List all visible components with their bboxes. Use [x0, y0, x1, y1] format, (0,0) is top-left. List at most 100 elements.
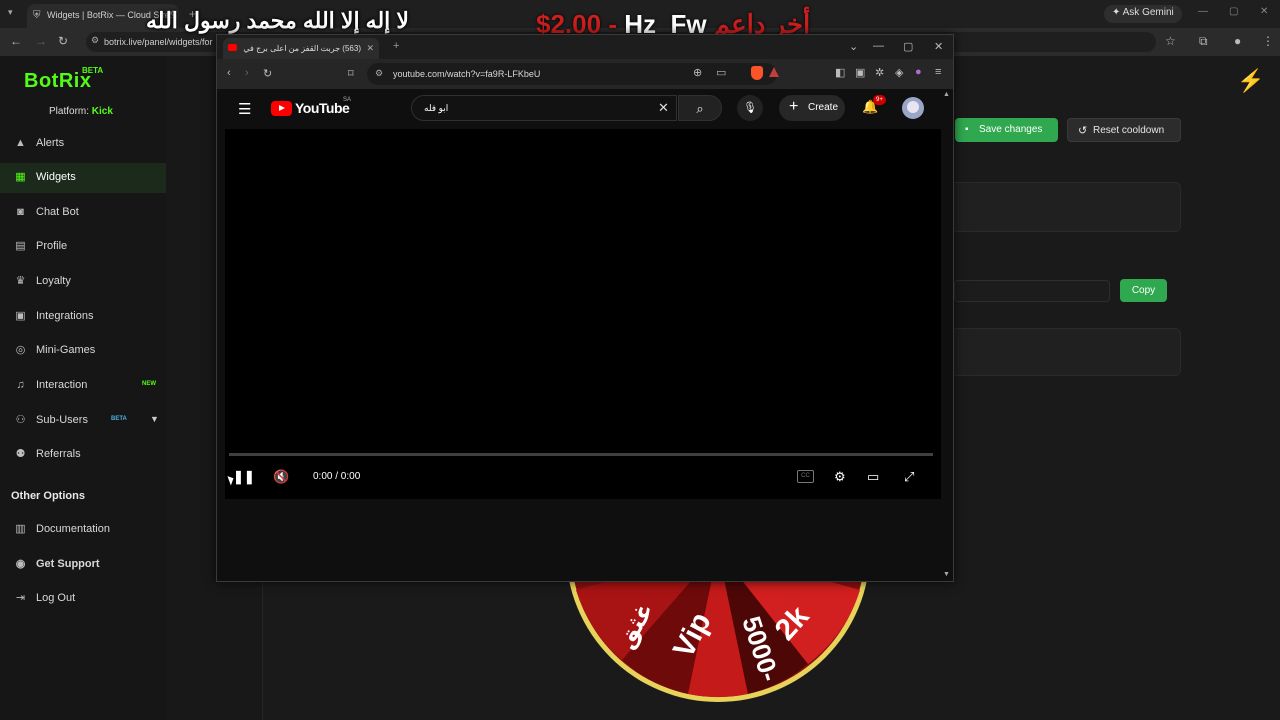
- sidebar-item-widgets[interactable]: ▦ Widgets: [0, 163, 166, 193]
- sidebar-item-sub-users[interactable]: ⚇ Sub-Users: [0, 406, 166, 436]
- sidebar-item-label: Log Out: [36, 592, 76, 604]
- tab-list-icon[interactable]: ⌄: [849, 40, 858, 53]
- sidebar-item-log-out[interactable]: ⇥ Log Out: [0, 584, 166, 614]
- sidebar-item-chat-bot[interactable]: ◙ Chat Bot: [0, 198, 166, 228]
- fullscreen-icon[interactable]: ⤢: [904, 469, 914, 485]
- leo-ai-icon[interactable]: ●: [915, 66, 922, 78]
- stream-overlay-text: لا إله إلا الله محمد رسول الله: [146, 8, 409, 33]
- support-icon: ◉: [15, 558, 26, 570]
- extensions-icon[interactable]: ✲: [875, 66, 884, 79]
- youtube-logo-icon[interactable]: [271, 101, 292, 116]
- sidebar-item-get-support[interactable]: ◉ Get Support: [0, 550, 166, 580]
- scroll-up-arrow-icon[interactable]: ▲: [943, 91, 950, 98]
- logo-beta-badge: BETA: [82, 66, 104, 75]
- create-button[interactable]: + Create: [779, 95, 845, 121]
- site-info-icon[interactable]: ⚙: [375, 68, 383, 79]
- widgets-icon: ▦: [15, 171, 26, 183]
- kick-brand-icon[interactable]: ⚡: [1237, 68, 1264, 94]
- muted-volume-icon[interactable]: 🔇: [273, 469, 289, 485]
- logout-icon: ⇥: [15, 592, 26, 604]
- site-info-icon[interactable]: ⚙: [91, 35, 99, 46]
- maximize-icon[interactable]: ▢: [903, 40, 913, 53]
- back-icon[interactable]: ‹: [227, 67, 231, 79]
- reload-icon[interactable]: ↻: [263, 67, 272, 80]
- extensions-icon[interactable]: ⧉: [1199, 34, 1208, 49]
- forward-icon[interactable]: →: [35, 34, 47, 48]
- sidebar-item-documentation[interactable]: ▥ Documentation: [0, 515, 166, 545]
- clear-search-icon[interactable]: ✕: [658, 100, 669, 116]
- video-time-display: 0:00 / 0:00: [313, 471, 361, 482]
- settings-card: [944, 182, 1181, 232]
- minimize-icon[interactable]: —: [1198, 6, 1208, 17]
- sidebar-icon[interactable]: ◧: [835, 66, 845, 79]
- platform-label: Platform:: [49, 106, 90, 117]
- widget-url-field[interactable]: [954, 280, 1110, 302]
- video-player[interactable]: [225, 129, 941, 499]
- theater-mode-icon[interactable]: ▭: [867, 469, 879, 485]
- sidebar-item-label: Mini-Games: [36, 344, 96, 356]
- save-changes-button[interactable]: ▪ Save changes: [955, 118, 1058, 142]
- document-icon: ▥: [15, 523, 26, 535]
- other-options-heading: Other Options: [11, 490, 85, 502]
- video-progress-bar[interactable]: [229, 453, 933, 456]
- scroll-down-arrow-icon[interactable]: ▼: [943, 571, 950, 578]
- youtube-search-input[interactable]: ابو فله: [411, 95, 677, 121]
- captions-icon[interactable]: CC: [797, 470, 814, 483]
- back-icon[interactable]: ←: [10, 34, 22, 48]
- trophy-icon: ♛: [15, 275, 26, 287]
- brave-rewards-icon[interactable]: [769, 67, 779, 77]
- youtube-popup-window[interactable]: (563) جربت القفز من اعلى برج في ✕ + ⌄ — …: [216, 34, 954, 582]
- close-window-icon[interactable]: ✕: [934, 40, 943, 53]
- popup-tab-youtube[interactable]: (563) جربت القفز من اعلى برج في ✕: [223, 38, 379, 59]
- brave-shields-icon[interactable]: [751, 66, 763, 80]
- pause-icon[interactable]: ❚❚: [233, 469, 255, 485]
- sidebar-item-label: Loyalty: [36, 275, 71, 287]
- close-tab-icon[interactable]: ✕: [366, 43, 374, 54]
- sidebar-item-label: Chat Bot: [36, 206, 79, 218]
- search-icon: ⌕: [696, 101, 704, 116]
- sidebar-item-label: Alerts: [36, 137, 65, 149]
- browser-menu-icon[interactable]: ≡: [935, 66, 941, 78]
- account-avatar[interactable]: [902, 97, 924, 119]
- search-button[interactable]: ⌕: [678, 95, 722, 121]
- close-window-icon[interactable]: ✕: [1260, 6, 1268, 17]
- settings-gear-icon[interactable]: ⚙: [834, 469, 846, 485]
- sidebar-item-referrals[interactable]: ⚉ Referrals: [0, 440, 166, 470]
- sidebar-item-alerts[interactable]: ▲ Alerts: [0, 129, 166, 159]
- sidebar-item-label: Interaction: [36, 379, 88, 391]
- bookmark-star-icon[interactable]: ☆: [1165, 34, 1176, 48]
- integrations-icon: ▣: [15, 310, 26, 322]
- profile-avatar-icon[interactable]: ●: [1234, 34, 1241, 48]
- forward-icon[interactable]: ›: [245, 67, 249, 79]
- vpn-icon[interactable]: ◈: [895, 66, 903, 79]
- platform-value: Kick: [91, 106, 113, 117]
- sidebar-item-label: Integrations: [36, 310, 94, 322]
- bookmark-icon[interactable]: ⌑: [348, 67, 354, 80]
- warning-icon: ▲: [15, 137, 26, 149]
- youtube-region-code: SA: [343, 97, 352, 103]
- chevron-down-icon[interactable]: ▼: [150, 414, 159, 424]
- users-icon: ⚇: [15, 414, 26, 426]
- sidebar-item-mini-games[interactable]: ◎ Mini-Games: [0, 336, 166, 366]
- zoom-icon[interactable]: ⊕: [693, 66, 702, 79]
- sidebar-item-label: Profile: [36, 240, 68, 252]
- hamburger-menu-icon[interactable]: ☰: [238, 100, 251, 118]
- youtube-favicon-icon: [228, 44, 237, 51]
- ask-gemini-button[interactable]: ✦ Ask Gemini: [1104, 5, 1182, 23]
- maximize-icon[interactable]: ▢: [1229, 6, 1238, 17]
- botrix-favicon-icon: ⛨: [33, 10, 41, 21]
- voice-search-button[interactable]: 🎙: [737, 95, 763, 121]
- tab-search-icon[interactable]: ▾: [8, 7, 13, 18]
- cast-icon[interactable]: ▭: [716, 66, 726, 79]
- sidebar-item-profile[interactable]: ▤ Profile: [0, 232, 166, 262]
- wallet-icon[interactable]: ▣: [855, 66, 865, 79]
- minimize-icon[interactable]: —: [873, 40, 884, 52]
- youtube-logo-text[interactable]: YouTube: [295, 100, 350, 116]
- sidebar-item-loyalty[interactable]: ♛ Loyalty: [0, 267, 166, 297]
- copy-button[interactable]: Copy: [1120, 279, 1167, 302]
- chrome-menu-icon[interactable]: ⋮: [1262, 34, 1274, 48]
- new-tab-icon[interactable]: +: [393, 40, 399, 52]
- sidebar-item-integrations[interactable]: ▣ Integrations: [0, 302, 166, 332]
- reset-cooldown-button[interactable]: ↺ Reset cooldown: [1067, 118, 1181, 142]
- reload-icon[interactable]: ↻: [58, 34, 68, 48]
